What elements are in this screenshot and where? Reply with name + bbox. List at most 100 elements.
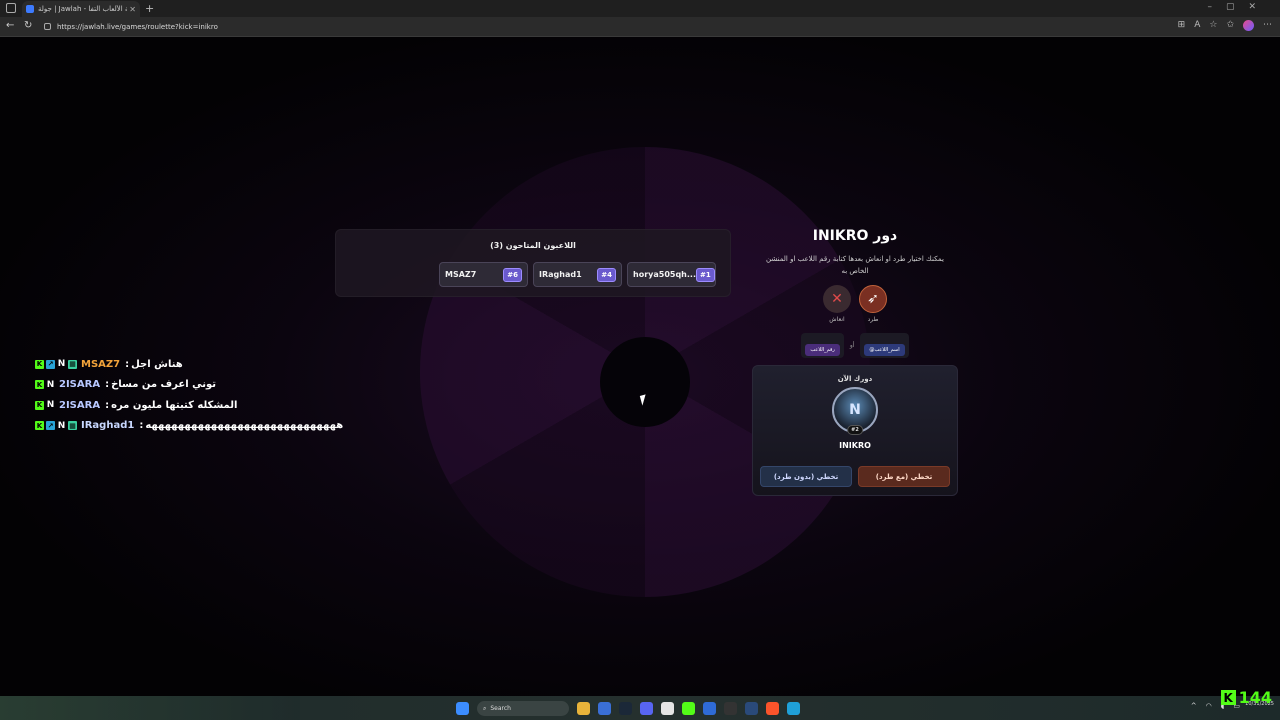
app-icon[interactable] — [703, 702, 716, 715]
action-choices: ✕ انعاش ➶ طرد — [752, 285, 958, 323]
player-chip[interactable]: MSAZ7 #6 — [439, 262, 528, 287]
roulette-center — [600, 337, 690, 427]
kick-action[interactable]: ➶ طرد — [859, 285, 887, 323]
turn-description: يمكنك اختيار طرد او انعاش بعدها كتابة رق… — [766, 255, 944, 275]
back-icon[interactable]: ← — [6, 20, 14, 31]
kick-label: طرد — [867, 316, 879, 323]
brave-icon[interactable] — [766, 702, 779, 715]
discord-icon[interactable] — [640, 702, 653, 715]
chat-text: هههههههههههههههههههههههههههههه — [145, 420, 344, 432]
favorite-star-icon[interactable]: ☆ — [1209, 20, 1217, 31]
player-number-badge: #1 — [696, 267, 715, 282]
site-info-icon[interactable] — [44, 23, 51, 30]
kick-boot-icon: ➶ — [859, 285, 887, 313]
windows-taskbar: ⌕ Search ^ ◠ ◖ ▭ 10/31/2025 — [0, 696, 1280, 720]
player-name: MSAZ7 — [445, 270, 477, 279]
chat-message: K N 2ISARA : المشكله كتبتها مليون مره — [35, 395, 343, 416]
player-name: IRaghad1 — [539, 270, 582, 279]
player-number-badge: #4 — [597, 267, 616, 282]
site-favicon-icon — [26, 5, 34, 13]
chat-username: MSAZ7 — [81, 358, 121, 370]
skip-with-kick-button[interactable]: تخطي (مع طرد) — [858, 466, 950, 487]
wifi-icon[interactable]: ◠ — [1206, 702, 1212, 710]
current-player-name: INIKRO — [839, 441, 871, 450]
revive-label: انعاش — [829, 316, 845, 323]
browser-tab-bar: جولة | Jawlah - منصة الألعاب التفا... ✕ … — [0, 0, 1280, 17]
chat-message: K N 2ISARA : توني اعرف من مساخ — [35, 375, 343, 396]
chat-username: 2ISARA — [59, 379, 101, 391]
viewer-count: 144 — [1238, 688, 1272, 707]
kick-viewer-count: K 144 — [1220, 688, 1272, 707]
channel-badge-icon: N — [57, 420, 66, 431]
steam-icon[interactable] — [619, 702, 632, 715]
chat-message: K ↗ N ▦ MSAZ7 : هناش اجل — [35, 354, 343, 375]
app-icon[interactable] — [745, 702, 758, 715]
chat-separator: : — [105, 379, 110, 391]
url-text: https://jawlah.live/games/roulette?kick=… — [57, 22, 218, 31]
kick-badge-icon: K — [35, 359, 44, 369]
search-icon: ⌕ — [483, 704, 487, 712]
profile-icon[interactable] — [1243, 20, 1254, 31]
taskbar-widget-area — [0, 696, 300, 720]
channel-badge-icon: N — [46, 400, 55, 411]
chat-text: المشكله كتبتها مليون مره — [111, 399, 238, 411]
channel-badge-icon: N — [46, 379, 55, 390]
avatar-logo-icon: N — [849, 402, 861, 418]
player-chips: MSAZ7 #6 IRaghad1 #4 horya505qh... #1 — [439, 262, 716, 287]
tray-chevron-icon[interactable]: ^ — [1191, 702, 1197, 710]
browser-tab[interactable]: جولة | Jawlah - منصة الألعاب التفا... ✕ — [22, 1, 140, 17]
chat-separator: : — [105, 399, 110, 411]
window-controls[interactable]: –▢✕ — [1207, 2, 1270, 12]
game-page: اللاعبون المتاحون (3) MSAZ7 #6 IRaghad1 … — [0, 37, 1280, 696]
your-turn-label: دورك الآن — [837, 375, 873, 383]
verified-badge-icon: ↗ — [46, 421, 55, 431]
kick-badge-icon: K — [35, 380, 44, 390]
taskbar-search[interactable]: ⌕ Search — [477, 701, 569, 716]
player-chip[interactable]: horya505qh... #1 — [627, 262, 716, 287]
revive-action[interactable]: ✕ انعاش — [823, 285, 851, 323]
available-players-panel: اللاعبون المتاحون (3) MSAZ7 #6 IRaghad1 … — [335, 229, 731, 297]
epic-games-icon[interactable] — [724, 702, 737, 715]
read-aloud-icon[interactable]: A — [1194, 20, 1200, 31]
format-name-box: @اسم_اللاعب — [860, 333, 909, 358]
close-tab-icon[interactable]: ✕ — [129, 5, 136, 14]
chat-text: توني اعرف من مساخ — [111, 379, 217, 391]
subscriber-badge-icon: ▦ — [68, 359, 77, 369]
new-tab-icon[interactable]: + — [145, 2, 154, 15]
chat-overlay: K ↗ N ▦ MSAZ7 : هناش اجل K N 2ISARA : تو… — [35, 354, 343, 436]
refresh-icon[interactable]: ↻ — [24, 20, 32, 31]
current-turn-card: دورك الآن N #2 INIKRO تخطي (بدون طرد) تخ… — [752, 365, 958, 496]
format-player-number: رقم_اللاعب — [805, 344, 840, 356]
kick-badge-icon: K — [35, 400, 44, 410]
player-number-badge: #6 — [503, 267, 522, 282]
kick-app-icon[interactable] — [682, 702, 695, 715]
more-menu-icon[interactable]: ⋯ — [1263, 20, 1272, 31]
player-chip[interactable]: IRaghad1 #4 — [533, 262, 622, 287]
turn-panel: دور INIKRO يمكنك اختيار طرد او انعاش بعد… — [752, 227, 958, 496]
kick-badge-icon: K — [35, 421, 44, 431]
skip-buttons: تخطي (بدون طرد) تخطي (مع طرد) — [760, 466, 950, 487]
avatar-number-badge: #2 — [847, 425, 863, 435]
kick-logo-icon: K — [1220, 690, 1236, 705]
format-player-name: @اسم_اللاعب — [864, 344, 905, 356]
input-formats: رقم_اللاعب أو @اسم_اللاعب — [752, 333, 958, 358]
format-number-box: رقم_اللاعب — [801, 333, 844, 358]
revive-x-icon: ✕ — [823, 285, 851, 313]
start-icon[interactable] — [456, 702, 469, 715]
format-or: أو — [849, 342, 855, 349]
translate-icon[interactable]: ⊞ — [1178, 20, 1186, 31]
avatar: N #2 — [832, 387, 878, 435]
favorites-icon[interactable]: ✩ — [1226, 20, 1234, 31]
skip-without-kick-button[interactable]: تخطي (بدون طرد) — [760, 466, 852, 487]
edge-icon[interactable] — [787, 702, 800, 715]
chat-message: K ↗ N ▦ IRaghad1 : ههههههههههههههههههههه… — [35, 416, 343, 437]
file-explorer-icon[interactable] — [577, 702, 590, 715]
url-field[interactable]: https://jawlah.live/games/roulette?kick=… — [40, 19, 1150, 34]
chat-text: هناش اجل — [131, 358, 183, 370]
tab-actions-icon[interactable] — [6, 3, 16, 13]
player-name: horya505qh... — [633, 270, 696, 279]
obs-icon[interactable] — [661, 702, 674, 715]
players-title: اللاعبون المتاحون (3) — [490, 241, 576, 250]
store-icon[interactable] — [598, 702, 611, 715]
chat-separator: : — [139, 420, 144, 432]
